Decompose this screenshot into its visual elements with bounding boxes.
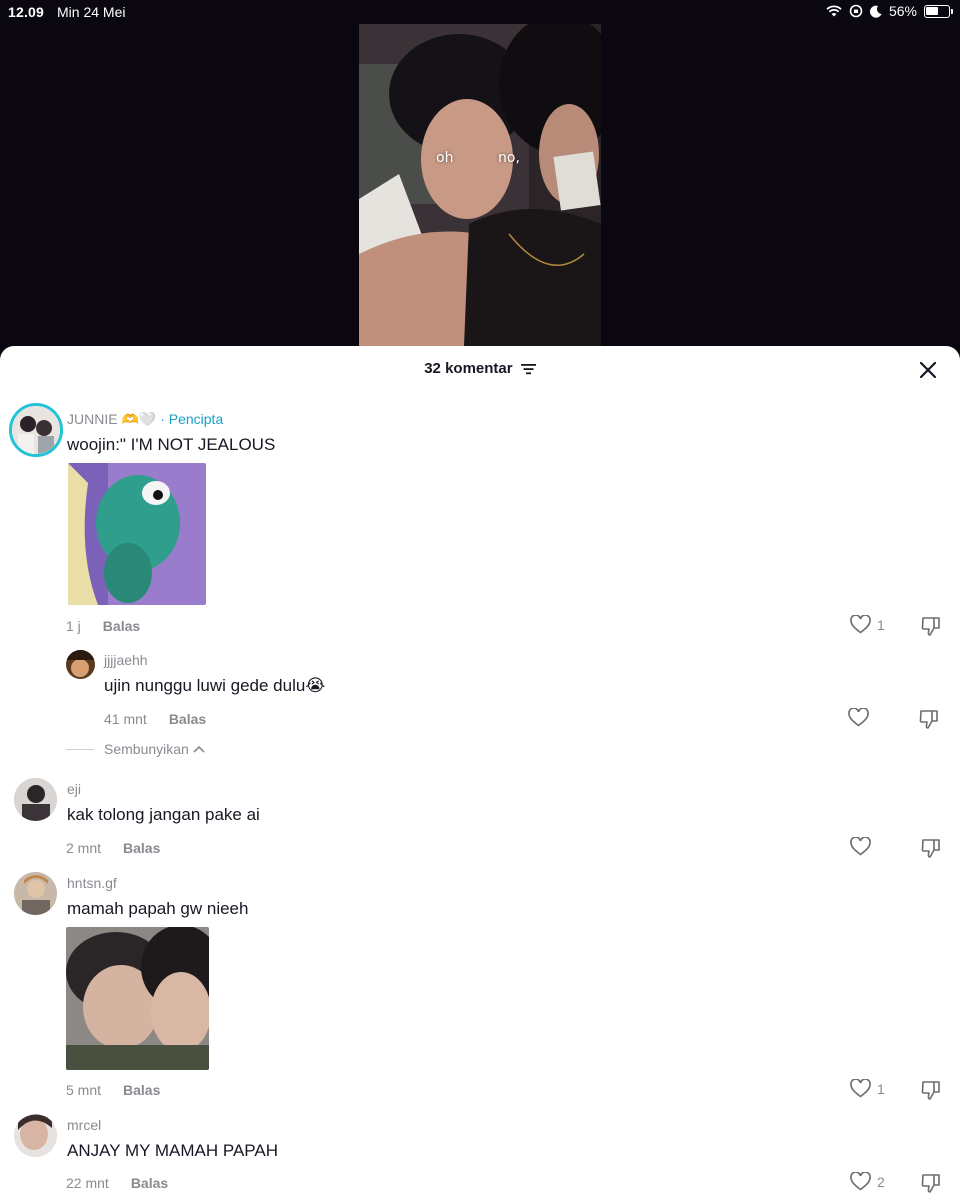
comment-username[interactable]: JUNNIE 🫶🤍 · Pencipta	[67, 411, 223, 428]
hide-replies-button[interactable]: Sembunyikan	[66, 741, 205, 757]
reply-button[interactable]: Balas	[123, 840, 160, 856]
close-icon[interactable]	[918, 360, 938, 380]
sort-icon[interactable]	[520, 363, 536, 375]
dislike-icon[interactable]	[920, 837, 942, 859]
reply-button[interactable]: Balas	[131, 1175, 168, 1191]
comment-image-sticker[interactable]	[68, 463, 206, 605]
like-button[interactable]	[850, 837, 871, 856]
username-text[interactable]: JUNNIE 🫶🤍	[67, 411, 156, 427]
reply-text: ujin nunggu luwi gede dulu😭	[104, 676, 326, 695]
battery-percent: 56%	[888, 3, 917, 19]
chevron-up-icon	[193, 745, 205, 753]
like-count: 2	[877, 1173, 885, 1190]
comment-username[interactable]: eji	[67, 781, 81, 797]
comment-time: 5 mnt	[66, 1082, 102, 1098]
like-count: 1	[877, 616, 885, 633]
dislike-icon[interactable]	[920, 615, 942, 637]
like-button[interactable]: 2	[850, 1172, 885, 1191]
reply-meta: 41 mnt Balas	[104, 711, 206, 727]
wifi-icon	[826, 5, 842, 17]
video-preview[interactable]: oh no,	[359, 24, 601, 346]
reply-button[interactable]: Balas	[169, 711, 206, 727]
battery-icon	[924, 4, 953, 18]
heart-icon	[850, 615, 871, 634]
comment-time: 22 mnt	[66, 1175, 109, 1191]
like-count: 1	[877, 1080, 885, 1097]
like-button[interactable]: 1	[850, 1079, 885, 1098]
avatar[interactable]	[14, 778, 57, 821]
status-date: Min 24 Mei	[57, 4, 126, 20]
avatar[interactable]	[9, 403, 63, 457]
reply-username[interactable]: jjjjaehh	[104, 652, 148, 668]
dislike-icon[interactable]	[920, 1172, 942, 1194]
dislike-icon[interactable]	[918, 708, 940, 730]
video-caption-left: oh	[436, 150, 454, 166]
avatar[interactable]	[14, 1114, 57, 1157]
video-frame-image	[359, 24, 601, 346]
like-button[interactable]: 1	[850, 615, 885, 634]
heart-icon	[848, 708, 869, 727]
reply-button[interactable]: Balas	[103, 618, 140, 634]
avatar[interactable]	[66, 650, 95, 679]
status-icons: 56%	[826, 3, 953, 19]
reply-time: 41 mnt	[104, 711, 147, 727]
comment-time: 1 j	[66, 618, 81, 634]
status-time: 12.09	[8, 4, 45, 20]
comments-header: 32 komentar	[0, 360, 960, 377]
avatar[interactable]	[14, 872, 57, 915]
moon-icon	[869, 5, 882, 18]
dislike-icon[interactable]	[920, 1079, 942, 1101]
comment-username[interactable]: mrcel	[67, 1117, 101, 1133]
creator-badge: · Pencipta	[160, 411, 224, 427]
heart-icon	[850, 1172, 871, 1191]
comment-image-photo[interactable]	[66, 927, 209, 1070]
comment-meta: 1 j Balas	[66, 618, 140, 634]
heart-icon	[850, 1079, 871, 1098]
rotation-lock-icon	[849, 4, 863, 18]
comment-text: ANJAY MY MAMAH PAPAH	[67, 1141, 278, 1160]
like-button[interactable]	[848, 708, 869, 727]
reply-button[interactable]: Balas	[123, 1082, 160, 1098]
heart-icon	[850, 837, 871, 856]
comments-count: 32 komentar	[424, 360, 513, 377]
comment-meta: 2 mnt Balas	[66, 840, 160, 856]
comment-text: mamah papah gw nieeh	[67, 899, 249, 918]
comment-text: woojin:" I'M NOT JEALOUS	[67, 435, 276, 454]
status-bar: 12.09 Min 24 Mei 56%	[0, 0, 960, 24]
divider-line	[66, 748, 94, 750]
comment-time: 2 mnt	[66, 840, 102, 856]
video-caption-right: no,	[498, 150, 520, 166]
comments-sheet: 32 komentar JUNNIE 🫶🤍 · Pencipta woojin:…	[0, 346, 960, 1200]
comment-meta: 5 mnt Balas	[66, 1082, 160, 1098]
comment-username[interactable]: hntsn.gf	[67, 875, 117, 891]
comment-text: kak tolong jangan pake ai	[67, 805, 260, 824]
comment-meta: 22 mnt Balas	[66, 1175, 168, 1191]
hide-label: Sembunyikan	[104, 741, 189, 757]
